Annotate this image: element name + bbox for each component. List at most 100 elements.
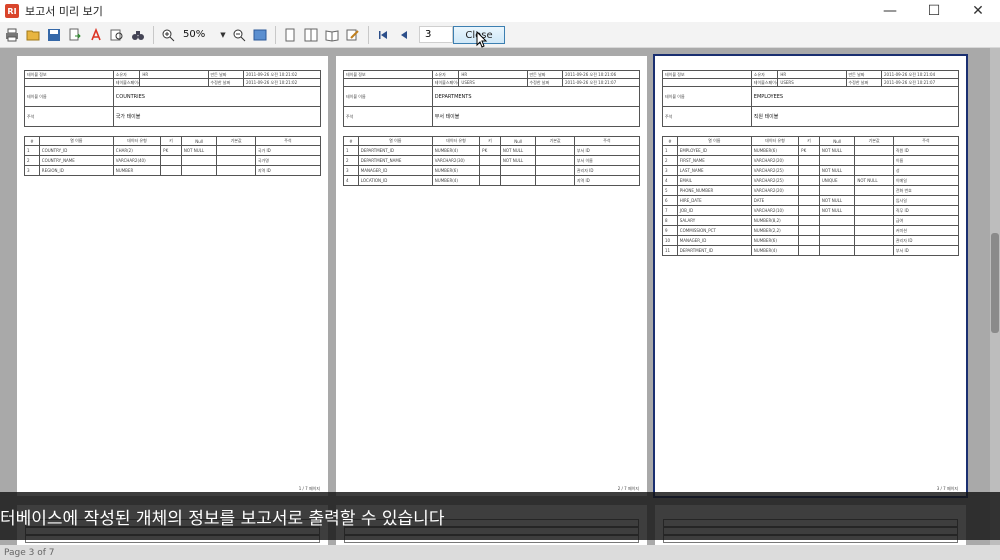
table-cell: DEPARTMENT_ID	[676, 245, 752, 256]
table-cell: VARCHAR2(10)	[750, 205, 800, 216]
table-cell	[854, 155, 894, 166]
meta-label: 테이블 정보	[662, 70, 752, 79]
table-cell: 11	[662, 245, 678, 256]
column-header: 키	[479, 136, 501, 146]
page-number-input[interactable]: 3	[419, 26, 453, 43]
table-row: 1 COUNTRY_ID CHAR(2) PK NOT NULL 국가 ID	[24, 145, 322, 156]
meta-value: 2011-09-26 오전 10:21:04	[881, 70, 959, 79]
pdf-icon[interactable]	[86, 25, 106, 45]
meta-label: 만든 날짜	[845, 70, 883, 79]
table-cell	[180, 165, 218, 176]
save-icon[interactable]	[44, 25, 64, 45]
meta-label: 주석	[343, 106, 433, 127]
table-cell: 3	[24, 165, 40, 176]
table-cell	[854, 195, 894, 206]
table-comment: 국가 테이블	[112, 106, 322, 127]
meta-label: 테이블스페이스	[750, 78, 779, 87]
minimize-button[interactable]: —	[868, 0, 912, 22]
column-header: 열 이름	[38, 136, 114, 146]
column-header: 기본값	[535, 136, 575, 146]
table-cell: 8	[662, 215, 678, 226]
table-cell: EMPLOYEE_ID	[676, 145, 752, 156]
meta-label: 테이블 이름	[662, 86, 752, 107]
report-page-3[interactable]: 테이블 정보 소유자 HR 만든 날짜 2011-09-26 오전 10:21:04 테…	[653, 54, 968, 498]
zoom-select[interactable]: 50%	[179, 26, 217, 44]
open-icon[interactable]	[23, 25, 43, 45]
fit-page-icon[interactable]	[250, 25, 270, 45]
column-header: 기본값	[216, 136, 256, 146]
table-cell	[535, 145, 575, 156]
table-cell: 급여	[892, 215, 960, 226]
first-page-icon[interactable]	[373, 25, 393, 45]
meta-label: 테이블 이름	[343, 86, 433, 107]
table-cell: NUMBER(4)	[750, 245, 800, 256]
table-cell: NUMBER(4)	[431, 145, 481, 156]
one-page-icon[interactable]	[280, 25, 300, 45]
prev-page-icon[interactable]	[394, 25, 414, 45]
table-cell: UNIQUE	[818, 175, 856, 186]
meta-value: 2011-09-26 오전 10:21:06	[562, 70, 640, 79]
table-row: 11 DEPARTMENT_ID NUMBER(4) 부서 ID	[662, 245, 960, 256]
column-table: # 열 이름 데이터 유형 키 Null 기본값 주석 1 DEPARTMENT_ID NUMBE…	[343, 136, 641, 186]
vertical-scrollbar[interactable]	[990, 48, 1000, 560]
table-row: 9 COMMISSION_PCT NUMBER(2,2) 커미션	[662, 225, 960, 236]
table-cell	[499, 165, 537, 176]
table-cell	[854, 225, 894, 236]
table-cell: PK	[479, 145, 501, 156]
table-cell: 지역 ID	[573, 175, 641, 186]
table-cell	[798, 165, 820, 176]
table-cell	[798, 185, 820, 196]
preview-area[interactable]: 테이블 정보 소유자 HR 만든 날짜 2011-09-26 오전 10:21:02 테…	[0, 48, 1000, 560]
close-window-button[interactable]: ✕	[956, 0, 1000, 22]
report-page-1[interactable]: 테이블 정보 소유자 HR 만든 날짜 2011-09-26 오전 10:21:02 테…	[17, 56, 328, 496]
table-cell	[854, 245, 894, 256]
app-icon: RI	[5, 4, 19, 18]
table-info-header: 테이블 정보 소유자 HR 만든 날짜 2011-09-26 오전 10:21:04 테…	[662, 70, 960, 127]
table-cell: 1	[343, 145, 359, 156]
table-cell: 4	[662, 175, 678, 186]
table-cell: 부서 이름	[573, 155, 641, 166]
column-header: 열 이름	[676, 136, 752, 146]
table-cell: VARCHAR2(25)	[750, 165, 800, 176]
zoom-in-icon[interactable]	[158, 25, 178, 45]
table-cell: 직무 ID	[892, 205, 960, 216]
zoom-out-icon[interactable]	[229, 25, 249, 45]
table-row: 3 MANAGER_ID NUMBER(6) 관리자 ID	[343, 165, 641, 176]
column-header: 주석	[892, 136, 960, 146]
meta-value: HR	[777, 70, 847, 79]
table-cell	[535, 165, 575, 176]
toolbar-separator	[153, 25, 154, 44]
meta-value: 2011-09-26 오전 10:21:07	[562, 78, 640, 87]
table-row: 2 DEPARTMENT_NAME VARCHAR2(30) NOT NULL 부서 이…	[343, 155, 641, 166]
table-cell: DEPARTMENT_NAME	[357, 155, 433, 166]
table-cell	[798, 215, 820, 226]
column-header: 열 이름	[357, 136, 433, 146]
table-cell	[854, 235, 894, 246]
meta-label: 만든 날짜	[526, 70, 564, 79]
export-icon[interactable]	[65, 25, 85, 45]
table-cell: 관리자 ID	[892, 235, 960, 246]
book-icon[interactable]	[322, 25, 342, 45]
meta-label: 수정한 날짜	[526, 78, 564, 87]
find-icon[interactable]	[107, 25, 127, 45]
column-header: #	[662, 136, 678, 146]
binoculars-icon[interactable]	[128, 25, 148, 45]
table-cell: EMAIL	[676, 175, 752, 186]
table-cell: NUMBER	[112, 165, 162, 176]
column-header: 데이터 유형	[750, 136, 800, 146]
meta-label: 테이블 정보	[343, 70, 433, 79]
table-cell	[818, 185, 856, 196]
meta-value: 2011-09-26 오전 10:21:07	[881, 78, 959, 87]
table-cell	[798, 235, 820, 246]
report-page-2[interactable]: 테이블 정보 소유자 HR 만든 날짜 2011-09-26 오전 10:21:06 테…	[336, 56, 647, 496]
scrollbar-thumb[interactable]	[991, 233, 999, 333]
column-table-header: # 열 이름 데이터 유형 키 Null 기본값 주석	[24, 136, 322, 146]
print-icon[interactable]	[2, 25, 22, 45]
edit-icon[interactable]	[343, 25, 363, 45]
table-row: 5 PHONE_NUMBER VARCHAR2(20) 전화 번호	[662, 185, 960, 196]
maximize-button[interactable]: ☐	[912, 0, 956, 22]
table-cell: LOCATION_ID	[357, 175, 433, 186]
two-page-icon[interactable]	[301, 25, 321, 45]
table-cell	[160, 165, 182, 176]
chevron-down-icon[interactable]: ▼	[217, 26, 229, 44]
